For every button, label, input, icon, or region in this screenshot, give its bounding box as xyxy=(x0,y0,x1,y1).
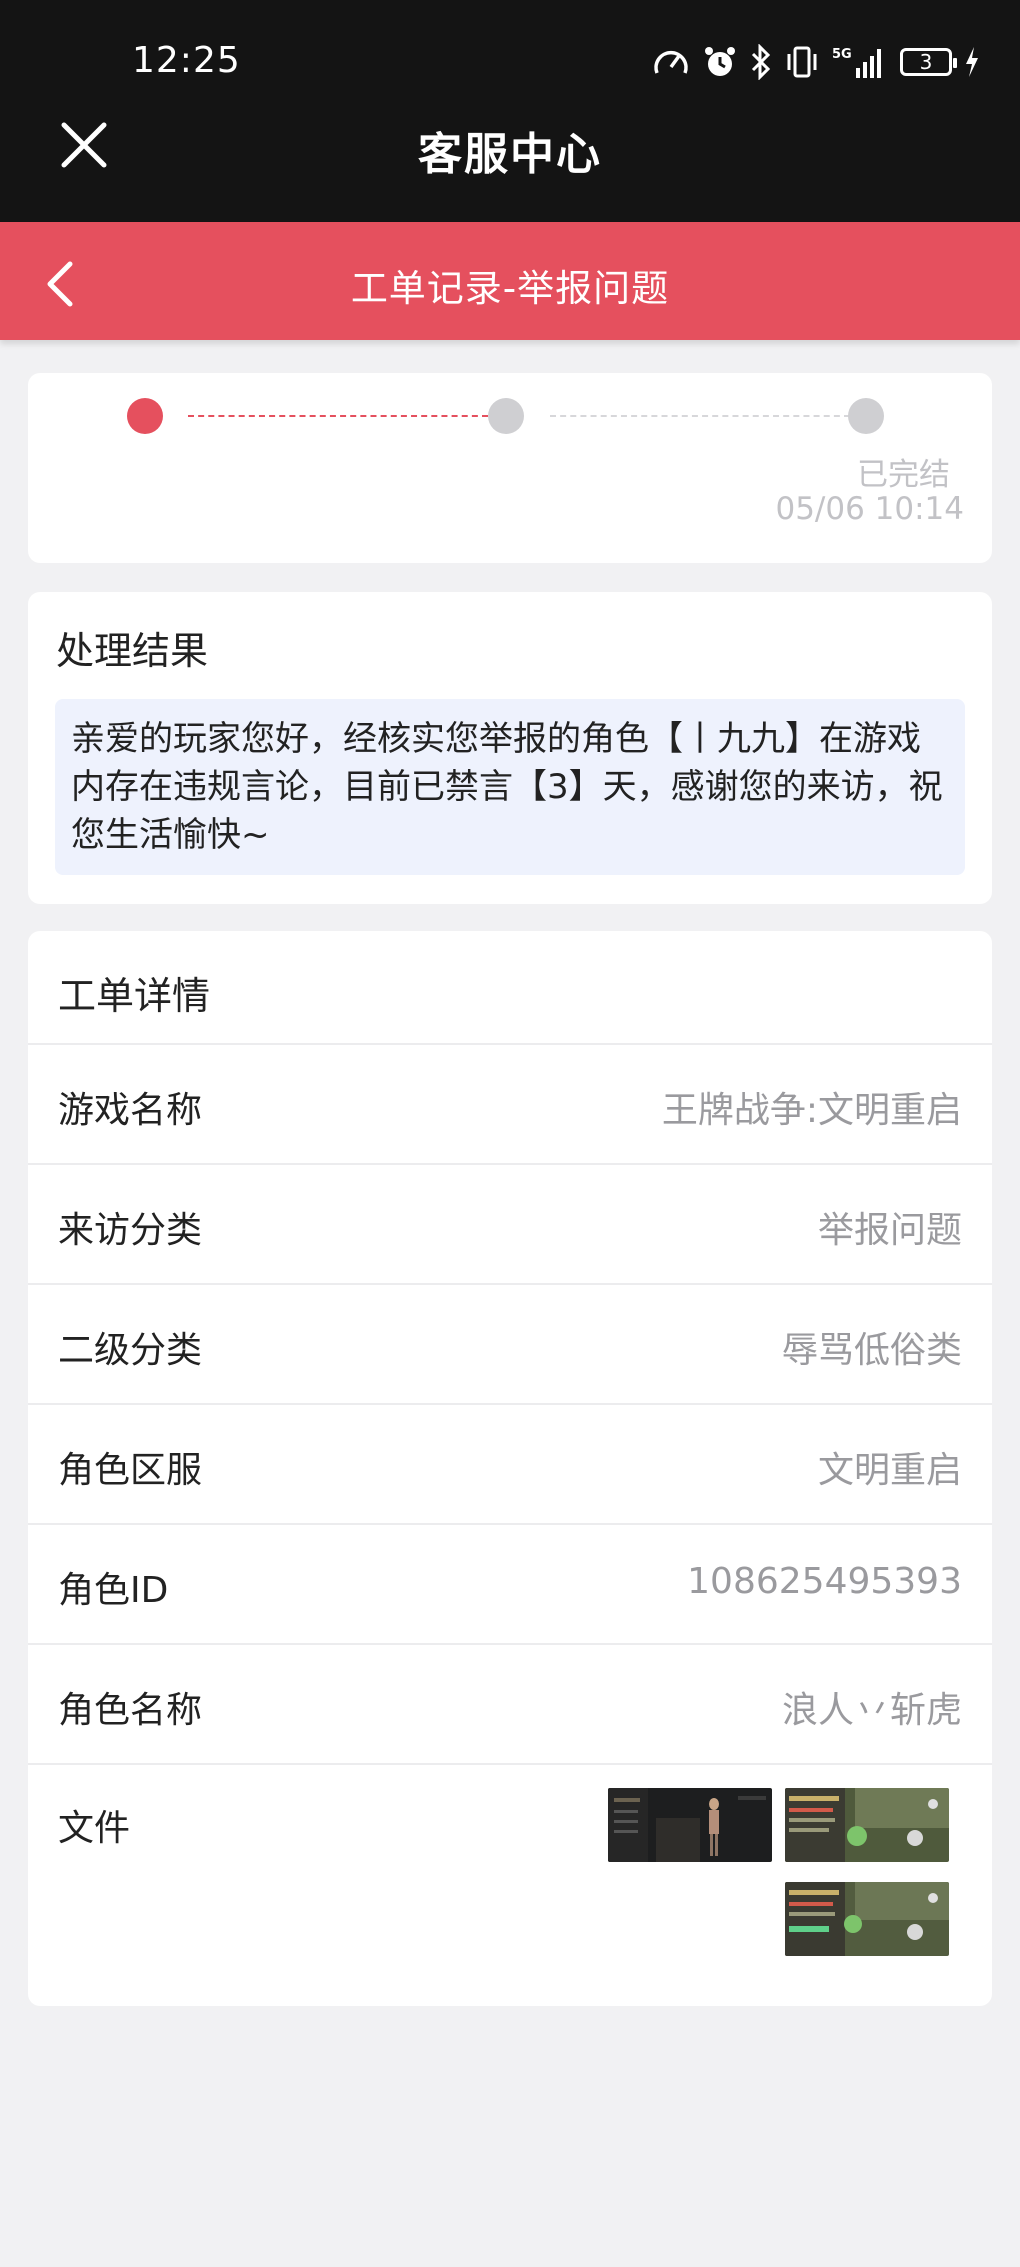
row-value: 辱骂低俗类 xyxy=(781,1330,962,1371)
step-line-2 xyxy=(550,415,850,417)
detail-row-server: 角色区服 文明重启 xyxy=(28,1405,992,1525)
app-title: 客服中心 xyxy=(418,129,602,180)
row-label: 游戏名称 xyxy=(58,1090,203,1131)
file-thumbnail-2[interactable] xyxy=(785,1788,949,1862)
charging-icon xyxy=(966,47,978,77)
row-label: 角色ID xyxy=(58,1570,169,1611)
detail-row-role-name: 角色名称 浪人丷斩虎 xyxy=(28,1645,992,1765)
file-thumbnail-3[interactable] xyxy=(785,1882,949,1956)
result-card: 处理结果 亲爱的玩家您好，经核实您举报的角色【丨九九】在游戏内存在违规言论，目前… xyxy=(28,592,992,904)
row-value: 举报问题 xyxy=(817,1210,962,1251)
battery-icon: 3 xyxy=(900,48,957,76)
svg-text:5G: 5G xyxy=(832,47,852,62)
page-title: 工单记录-举报问题 xyxy=(350,267,670,310)
step-1-dot xyxy=(127,398,163,434)
detail-row-visit-category: 来访分类 举报问题 xyxy=(28,1165,992,1285)
step-time-label: 05/06 10:14 xyxy=(775,491,964,527)
row-label: 角色区服 xyxy=(58,1450,203,1491)
bluetooth-icon xyxy=(751,44,771,80)
result-title: 处理结果 xyxy=(56,629,209,673)
speedometer-icon xyxy=(654,50,688,74)
alarm-icon xyxy=(705,47,735,76)
file-thumbnail-1[interactable] xyxy=(608,1788,772,1862)
progress-card: 已完结 05/06 10:14 xyxy=(28,373,992,563)
nav-bar: 工单记录-举报问题 xyxy=(0,222,1020,340)
result-message: 亲爱的玩家您好，经核实您举报的角色【丨九九】在游戏内存在违规言论，目前已禁言【3… xyxy=(55,699,965,875)
detail-row-role-id: 角色ID 108625495393 xyxy=(28,1525,992,1645)
files-label: 文件 xyxy=(58,1808,131,1849)
vibrate-icon xyxy=(787,46,817,78)
step-3-dot xyxy=(848,398,884,434)
top-bar: 12:25 5G 3 客服中心 xyxy=(0,0,1020,222)
detail-header: 工单详情 xyxy=(28,931,992,1045)
detail-card: 工单详情 游戏名称 王牌战争:文明重启 来访分类 举报问题 二级分类 辱骂低俗类… xyxy=(28,931,992,2006)
row-value: 文明重启 xyxy=(817,1450,962,1491)
row-label: 二级分类 xyxy=(58,1330,203,1371)
step-line-1 xyxy=(188,415,488,417)
detail-row-game-name: 游戏名称 王牌战争:文明重启 xyxy=(28,1045,992,1165)
row-label: 来访分类 xyxy=(58,1210,203,1251)
row-value: 浪人丷斩虎 xyxy=(781,1690,962,1731)
row-label: 角色名称 xyxy=(58,1690,203,1731)
row-value: 108625495393 xyxy=(687,1561,962,1602)
status-icons: 5G 3 xyxy=(652,40,980,84)
detail-row-sub-category: 二级分类 辱骂低俗类 xyxy=(28,1285,992,1405)
row-value: 王牌战争:文明重启 xyxy=(661,1090,962,1131)
signal-icon: 5G xyxy=(832,47,881,78)
step-status-label: 已完结 xyxy=(857,457,950,493)
status-time: 12:25 xyxy=(132,40,241,81)
step-2-dot xyxy=(488,398,524,434)
detail-title: 工单详情 xyxy=(58,974,211,1018)
